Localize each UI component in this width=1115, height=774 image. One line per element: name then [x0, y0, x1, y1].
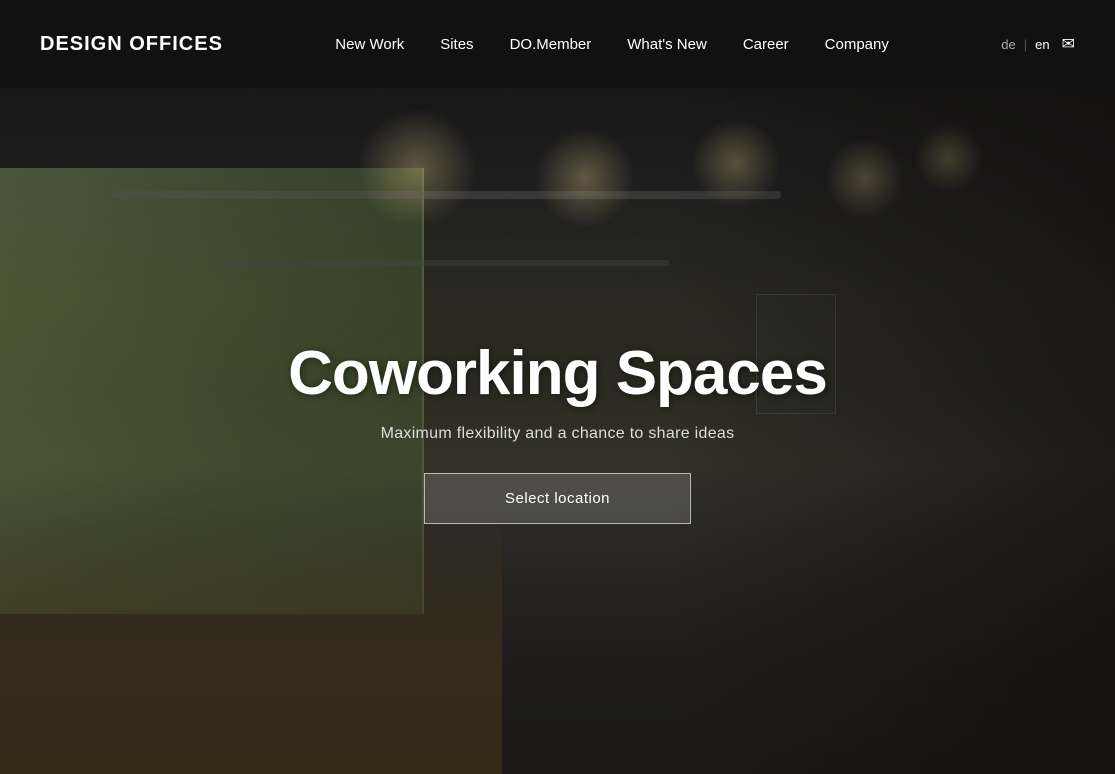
hero-subtitle: Maximum flexibility and a chance to shar…	[381, 425, 735, 443]
hero-title: Coworking Spaces	[288, 338, 827, 409]
hero-section: Coworking Spaces Maximum flexibility and…	[0, 88, 1115, 774]
mail-icon[interactable]: ✉	[1062, 34, 1075, 54]
select-location-button[interactable]: Select location	[424, 473, 691, 524]
logo[interactable]: DESIGN OFFICES	[40, 33, 223, 56]
header: DESIGN OFFICES New Work Sites DO.Member …	[0, 0, 1115, 88]
nav-item-whats-new[interactable]: What's New	[627, 36, 707, 53]
nav-item-sites[interactable]: Sites	[440, 36, 473, 53]
nav-item-company[interactable]: Company	[825, 36, 889, 53]
lang-en[interactable]: en	[1035, 37, 1049, 52]
main-nav: New Work Sites DO.Member What's New Care…	[335, 36, 889, 53]
lang-separator: |	[1024, 37, 1027, 52]
hero-content: Coworking Spaces Maximum flexibility and…	[0, 88, 1115, 774]
nav-item-do-member[interactable]: DO.Member	[510, 36, 592, 53]
nav-item-career[interactable]: Career	[743, 36, 789, 53]
lang-de[interactable]: de	[1001, 37, 1015, 52]
header-right: de | en ✉	[1001, 34, 1075, 54]
nav-item-new-work[interactable]: New Work	[335, 36, 404, 53]
